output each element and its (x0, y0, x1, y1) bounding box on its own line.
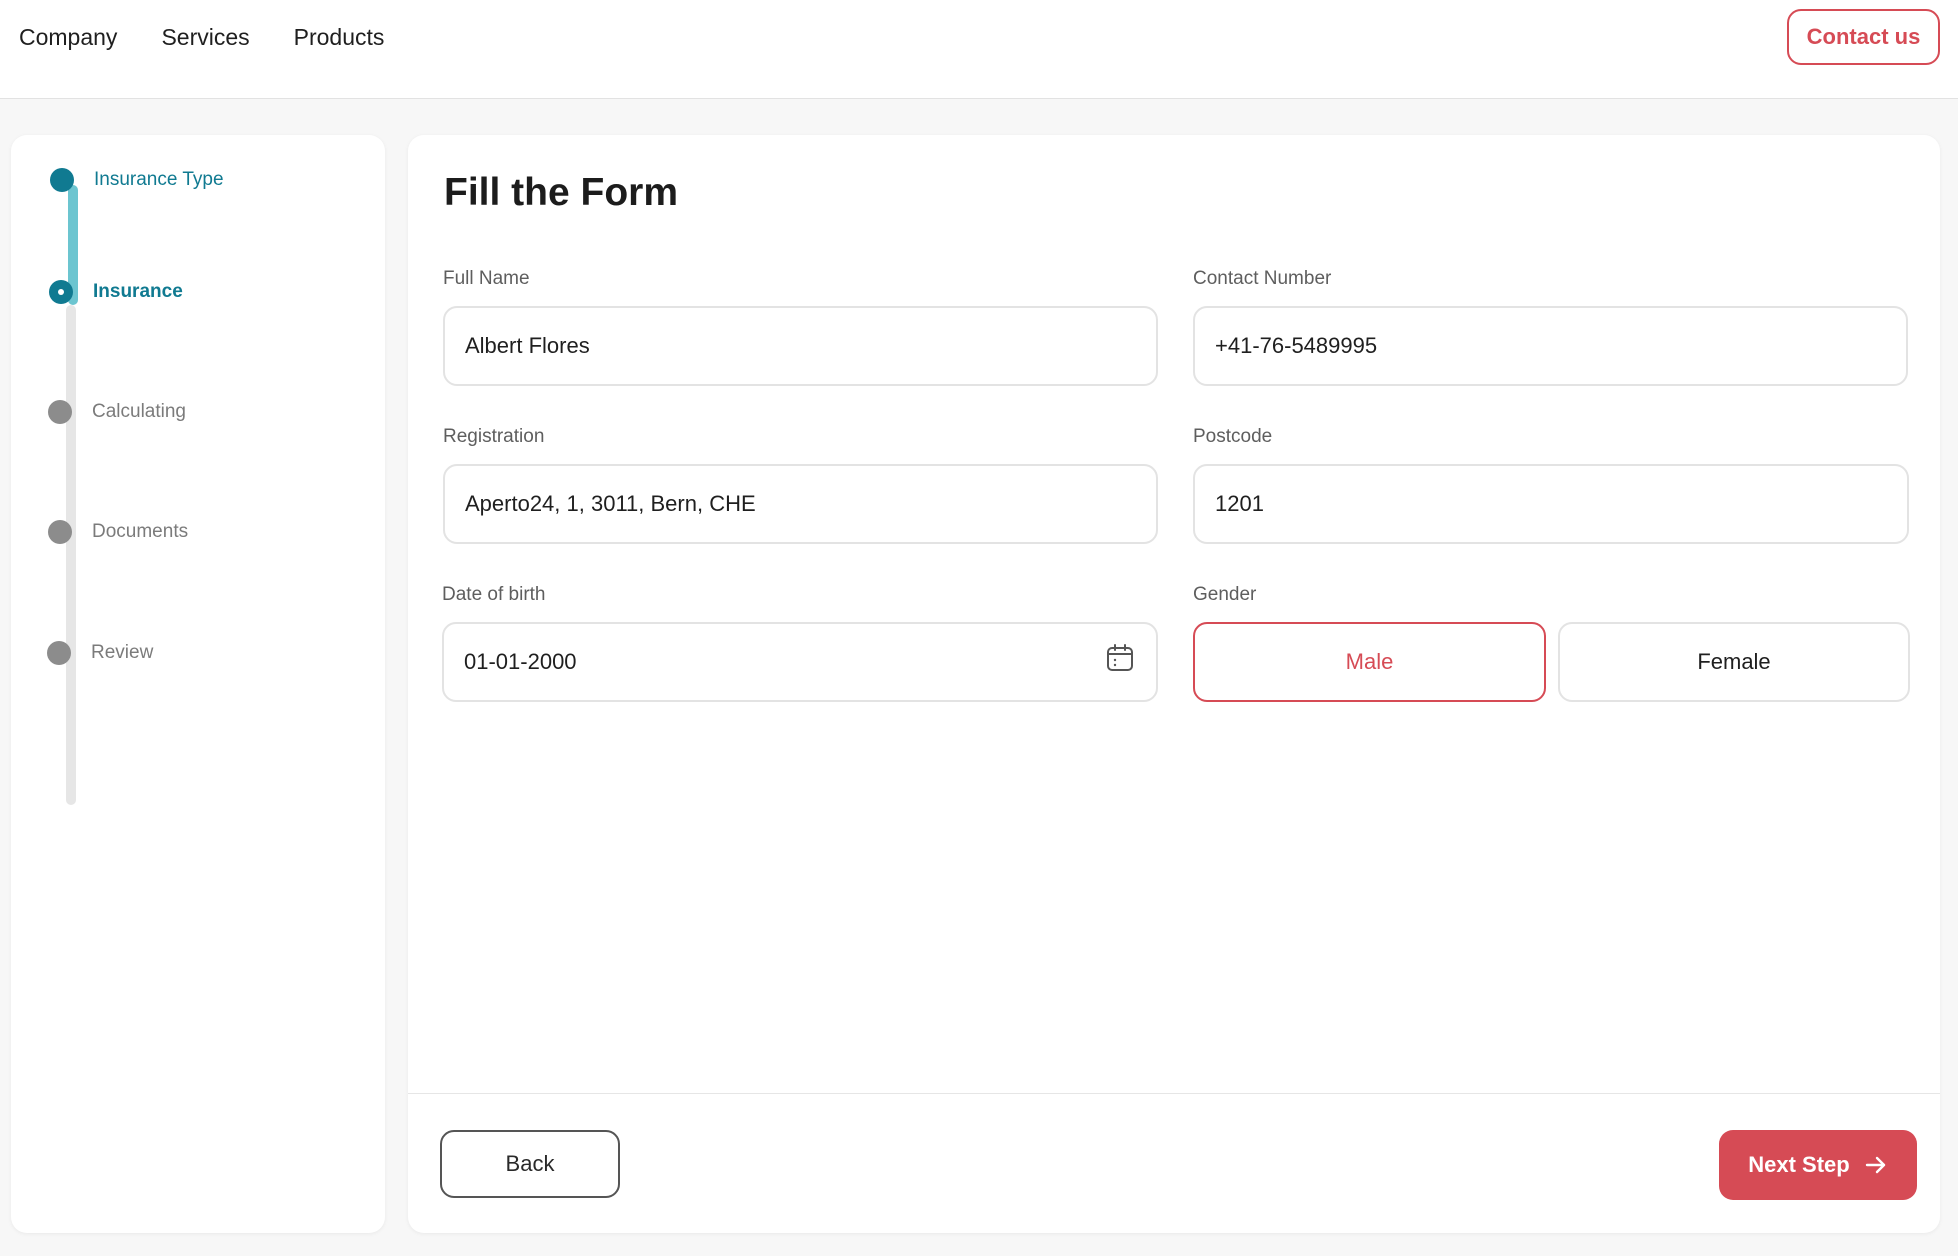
arrow-right-icon (1865, 1156, 1885, 1174)
full-name-input[interactable] (443, 306, 1158, 386)
step-pending-dot-icon (48, 400, 72, 424)
nav-link-services[interactable]: Services (161, 22, 249, 52)
contact-us-button[interactable]: Contact us (1787, 9, 1940, 65)
gender-label: Gender (1193, 584, 1257, 605)
step-label: Documents (92, 521, 189, 542)
main-nav: Company Services Products (19, 22, 384, 52)
step-insurance[interactable]: Insurance (49, 277, 183, 307)
back-button[interactable]: Back (440, 1130, 620, 1198)
step-done-dot-icon (50, 168, 74, 192)
step-label: Insurance (93, 281, 183, 302)
top-header: Company Services Products Contact us (0, 0, 1958, 99)
page-title: Fill the Form (444, 171, 678, 214)
step-calculating[interactable]: Calculating (48, 397, 186, 427)
step-documents[interactable]: Documents (48, 517, 188, 547)
form-card: Fill the Form Full Name Contact Number R… (408, 135, 1940, 1233)
step-pending-dot-icon (48, 520, 72, 544)
contact-number-label: Contact Number (1193, 268, 1332, 289)
contact-number-input[interactable] (1193, 306, 1908, 386)
next-step-label: Next Step (1748, 1152, 1850, 1177)
stepper-track-remaining (66, 305, 76, 805)
next-step-button[interactable]: Next Step (1719, 1130, 1917, 1200)
step-review[interactable]: Review (47, 638, 153, 668)
registration-label: Registration (443, 426, 545, 447)
step-label: Insurance Type (94, 169, 224, 190)
date-of-birth-label: Date of birth (442, 584, 546, 605)
postcode-input[interactable] (1193, 464, 1909, 544)
step-pending-dot-icon (47, 641, 71, 665)
full-name-label: Full Name (443, 268, 530, 289)
nav-link-company[interactable]: Company (19, 22, 117, 52)
footer-divider (408, 1093, 1940, 1094)
nav-link-products[interactable]: Products (294, 22, 385, 52)
step-current-dot-icon (49, 280, 73, 304)
progress-stepper: Insurance Type Insurance Calculating Doc… (11, 135, 385, 1233)
gender-male-button[interactable]: Male (1193, 622, 1546, 702)
gender-female-button[interactable]: Female (1558, 622, 1910, 702)
calendar-icon[interactable] (1105, 643, 1135, 673)
postcode-label: Postcode (1193, 426, 1273, 447)
step-label: Calculating (92, 401, 186, 422)
date-of-birth-input[interactable] (442, 622, 1158, 702)
registration-input[interactable] (443, 464, 1158, 544)
step-label: Review (91, 642, 154, 663)
step-insurance-type[interactable]: Insurance Type (50, 165, 224, 195)
